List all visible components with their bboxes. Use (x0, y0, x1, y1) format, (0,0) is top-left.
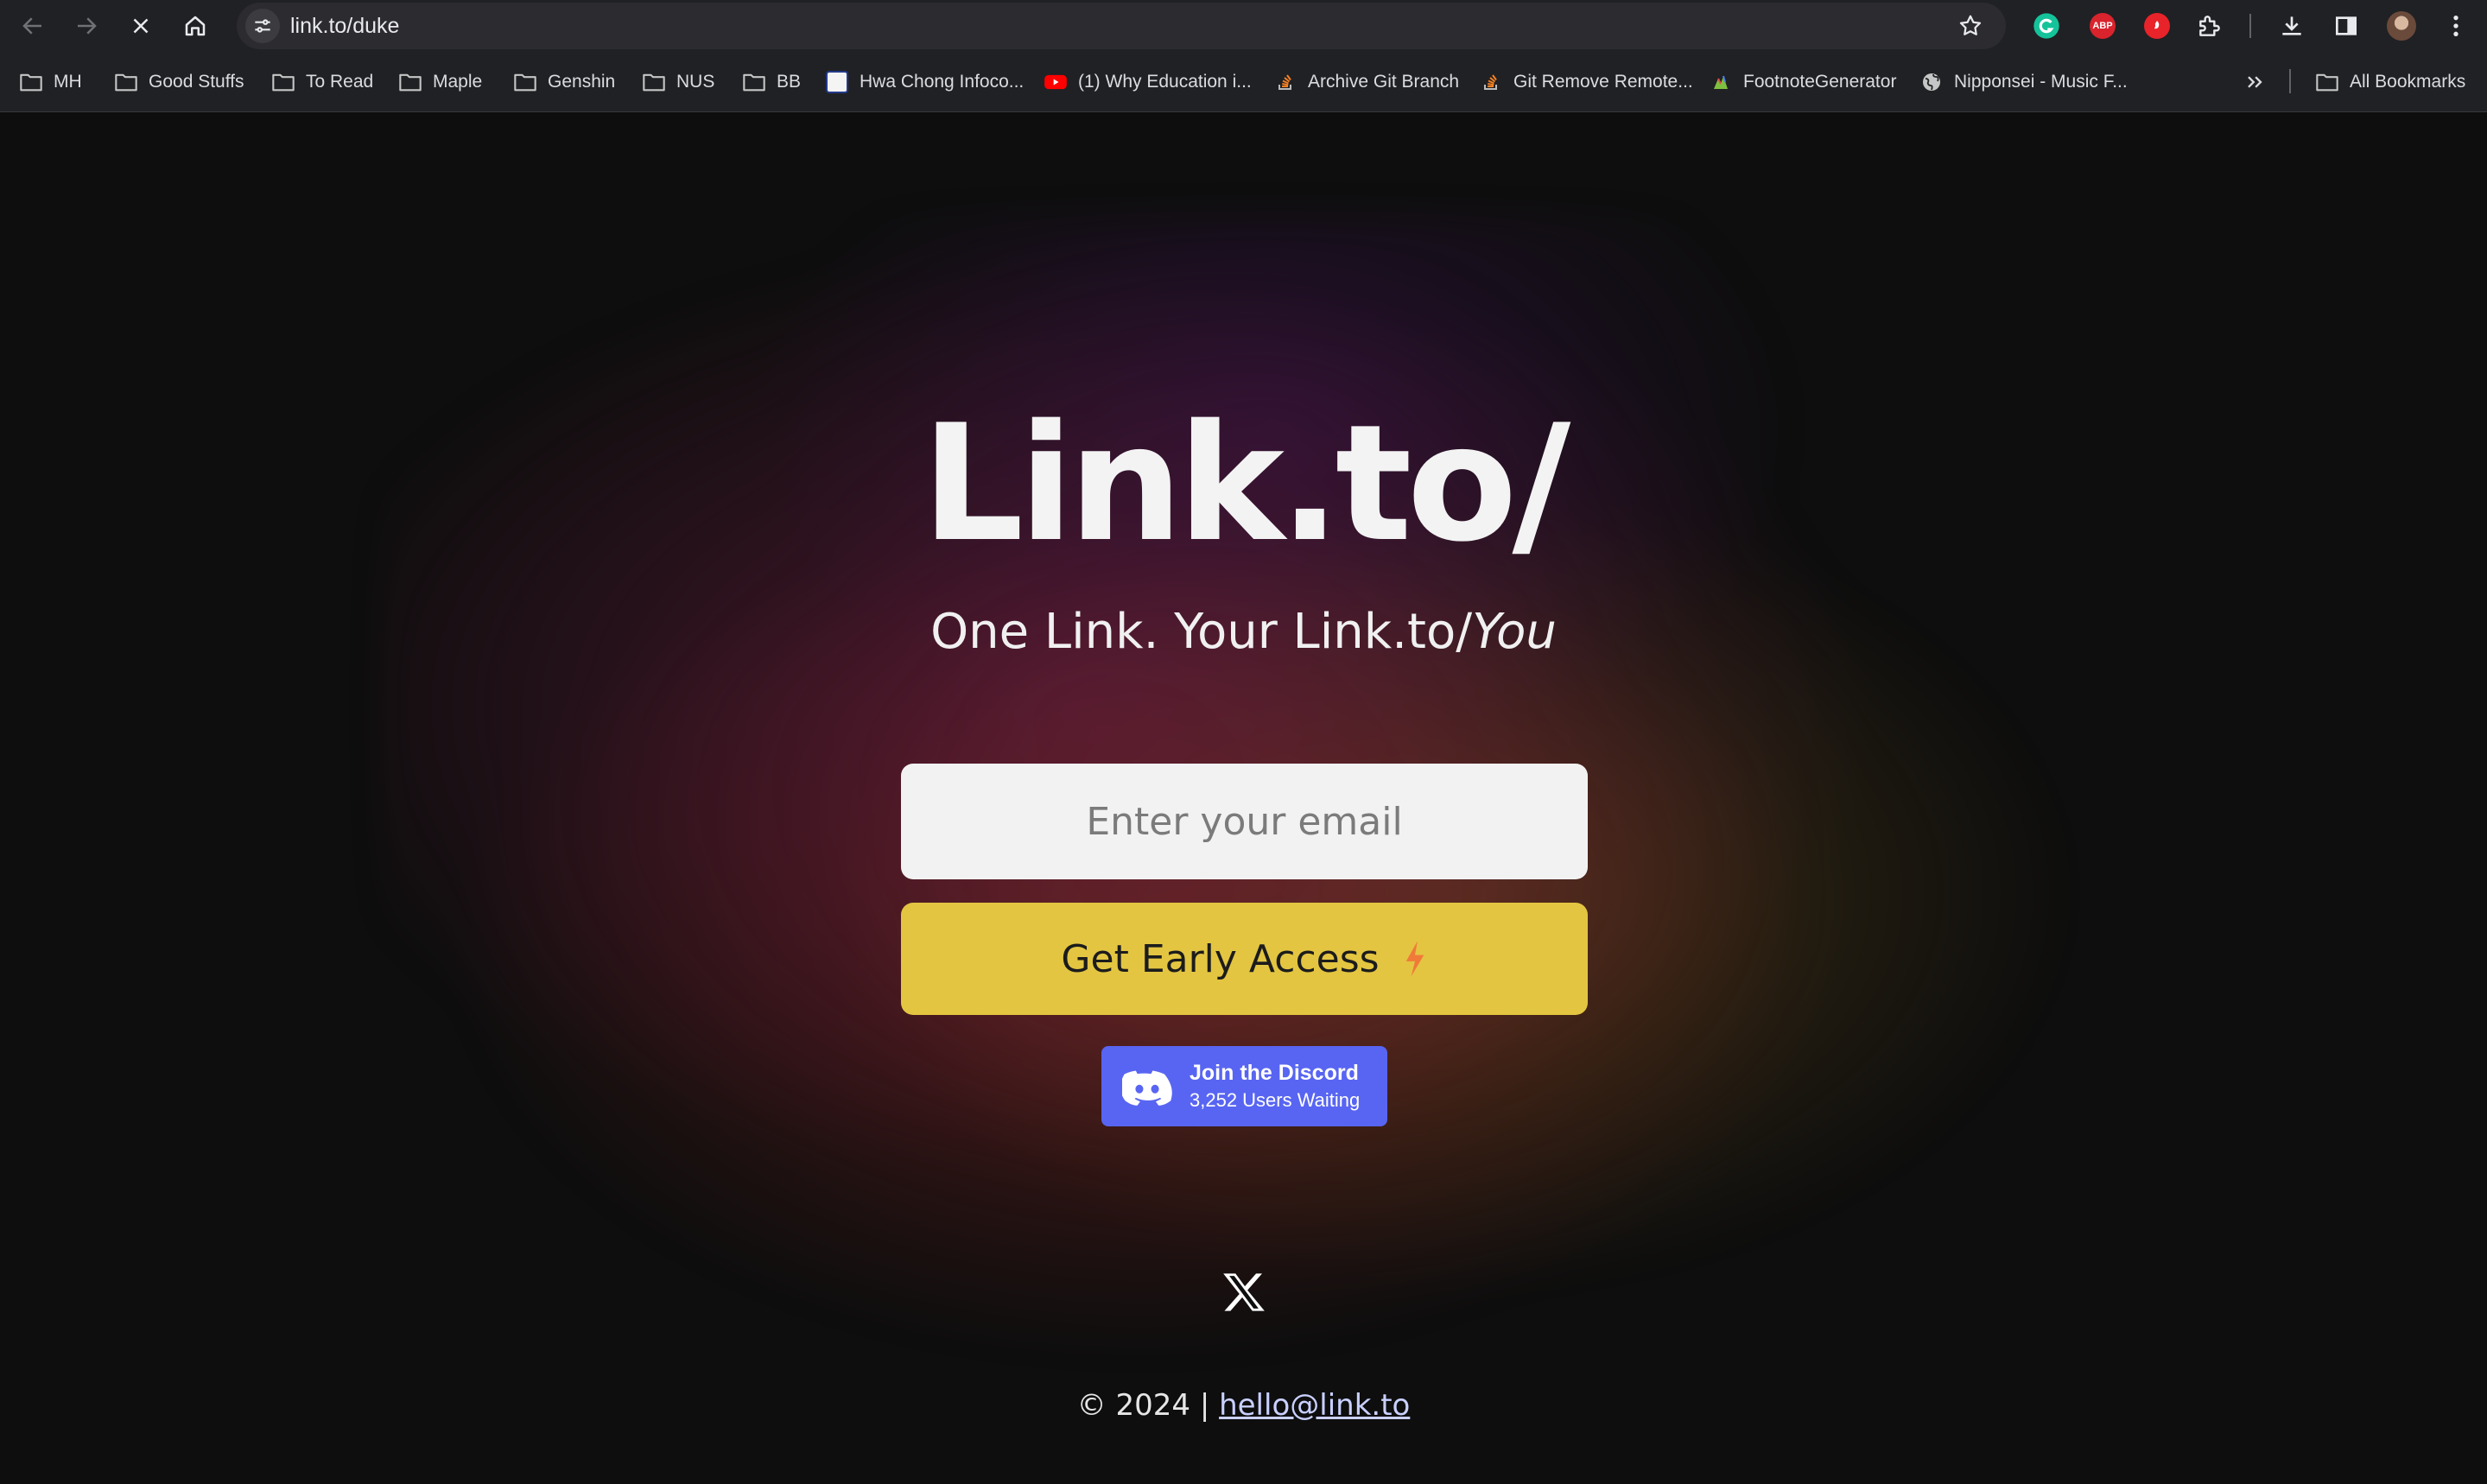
lightning-bolt-icon (1405, 941, 1424, 977)
landing-page: Link.to/ One Link. Your Link.to/You Get … (0, 113, 2487, 1484)
toolbar-divider (2249, 14, 2251, 38)
get-early-access-button[interactable]: Get Early Access (901, 903, 1588, 1015)
url-text[interactable]: link.to/duke (290, 14, 399, 39)
back-button[interactable] (14, 7, 52, 45)
youtube-icon (1044, 70, 1068, 94)
red-extension-icon[interactable] (2144, 13, 2170, 39)
discord-waiting-count: 3,252 Users Waiting (1190, 1089, 1361, 1111)
close-icon (133, 18, 149, 34)
menu-kebab-icon[interactable] (2441, 11, 2471, 41)
discord-icon (1122, 1070, 1172, 1106)
bookmark-star-icon[interactable] (1957, 13, 1983, 39)
bookmark-folder-nus[interactable]: NUS (642, 66, 714, 98)
folder-icon (398, 70, 422, 94)
bookmark-label: Hwa Chong Infoco... (860, 72, 1025, 92)
folder-icon (19, 70, 43, 94)
discord-title: Join the Discord (1190, 1061, 1359, 1085)
bookmark-label: Maple (433, 72, 483, 92)
footer-copyright: © 2024 | (1076, 1388, 1210, 1423)
contact-email-link[interactable]: hello@link.to (1219, 1388, 1410, 1423)
footer: © 2024 | hello@link.to (0, 1388, 2487, 1423)
bookmark-nipponsei[interactable]: Nipponsei - Music F... (1919, 66, 2128, 98)
bookmarks-overflow-button[interactable] (2243, 66, 2277, 98)
chevron-double-right-icon (2243, 70, 2267, 94)
bookmark-folder-maple[interactable]: Maple (398, 66, 482, 98)
home-button[interactable] (176, 7, 214, 45)
stackoverflow-icon (1273, 70, 1297, 94)
folder-icon (2315, 70, 2339, 94)
side-panel-icon[interactable] (2332, 11, 2361, 41)
folder-icon (642, 70, 666, 94)
bookmark-label: NUS (676, 72, 715, 92)
address-bar[interactable]: link.to/duke (237, 3, 2006, 49)
profile-avatar[interactable] (2387, 11, 2416, 41)
globe-icon (1919, 70, 1944, 94)
grammarly-icon[interactable] (2032, 11, 2061, 41)
stop-loading-button[interactable] (122, 7, 160, 45)
all-bookmarks-folder[interactable]: All Bookmarks (2315, 66, 2465, 98)
bookmark-label: Git Remove Remote... (1513, 72, 1693, 92)
bookmark-git-remove-remote[interactable]: Git Remove Remote... (1479, 66, 1693, 98)
bookmark-label: Genshin (548, 72, 616, 92)
bookmark-hwa-chong[interactable]: Hwa Chong Infoco... (825, 66, 1024, 98)
download-icon[interactable] (2277, 11, 2306, 41)
site-favicon-icon (825, 70, 849, 94)
site-settings-icon[interactable] (245, 9, 280, 43)
bookmark-label: All Bookmarks (2350, 72, 2466, 92)
bookmark-label: (1) Why Education i... (1078, 72, 1252, 92)
folder-icon (742, 70, 766, 94)
stackoverflow-icon (1479, 70, 1503, 94)
bookmark-label: BB (777, 72, 802, 92)
join-discord-button[interactable]: Join the Discord 3,252 Users Waiting (1101, 1046, 1387, 1126)
puzzle-icon[interactable] (2195, 11, 2224, 41)
footnote-generator-icon (1709, 70, 1733, 94)
bookmark-label: MH (54, 72, 82, 92)
bookmark-folder-bb[interactable]: BB (742, 66, 801, 98)
bookmark-label: Good Stuffs (149, 72, 244, 92)
tagline: One Link. Your Link.to/You (0, 604, 2487, 660)
arrow-right-icon (78, 17, 97, 35)
folder-icon (114, 70, 138, 94)
forward-button[interactable] (67, 7, 105, 45)
browser-toolbar: link.to/duke ABP (0, 0, 2487, 52)
home-icon (185, 16, 206, 36)
folder-icon (513, 70, 537, 94)
bookmark-label: Nipponsei - Music F... (1954, 72, 2128, 92)
tagline-main: One Link. Your Link.to/ (930, 604, 1473, 660)
email-input[interactable] (901, 764, 1588, 879)
cta-label: Get Early Access (1061, 936, 1380, 981)
bookmark-youtube-video[interactable]: (1) Why Education i... (1044, 66, 1252, 98)
site-logo: Link.to/ (921, 390, 1571, 577)
bookmarks-divider (2289, 69, 2291, 93)
bookmark-folder-mh[interactable]: MH (19, 66, 82, 98)
discord-text: Join the Discord 3,252 Users Waiting (1190, 1061, 1360, 1112)
bookmarks-bar: MH Good Stuffs To Read Maple Genshin NUS… (0, 52, 2487, 112)
bookmark-label: FootnoteGenerator (1743, 72, 1897, 92)
adblock-plus-icon[interactable]: ABP (2090, 13, 2116, 39)
bookmark-folder-genshin[interactable]: Genshin (513, 66, 615, 98)
bookmark-folder-to-read[interactable]: To Read (271, 66, 373, 98)
arrow-left-icon (22, 17, 41, 35)
bookmark-label: To Read (306, 72, 374, 92)
tagline-emphasis: You (1472, 604, 1557, 660)
bookmark-footnote-generator[interactable]: FootnoteGenerator (1709, 66, 1896, 98)
x-twitter-icon[interactable] (1221, 1272, 1266, 1313)
bookmark-label: Archive Git Branch (1308, 72, 1460, 92)
folder-icon (271, 70, 295, 94)
bookmark-archive-git-branch[interactable]: Archive Git Branch (1273, 66, 1459, 98)
bookmark-folder-good-stuffs[interactable]: Good Stuffs (114, 66, 244, 98)
